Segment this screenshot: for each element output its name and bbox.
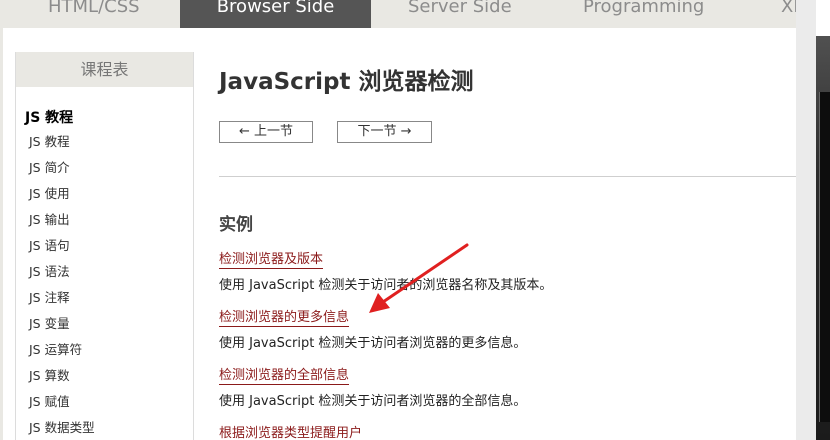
next-section-label: 下一节 [357,124,397,139]
scrollbar-thumb[interactable] [819,92,830,422]
sidebar-item-js-intro[interactable]: JS 简介 [29,158,95,184]
tab-xml[interactable]: XI [781,0,796,28]
example-description: 使用 JavaScript 检测关于访问者的浏览器名称及其版本。 [219,278,553,293]
page-title: JavaScript 浏览器检测 [219,69,474,95]
example-link[interactable]: 检测浏览器及版本 [219,252,324,269]
page-left-edge [0,28,3,440]
tab-server-side[interactable]: Server Side [408,0,512,28]
sidebar-item-js-operators[interactable]: JS 运算符 [29,340,95,366]
prev-section-label: 上一节 [254,124,294,139]
example-link[interactable]: 根据浏览器类型提醒用户 [219,426,362,440]
arrow-left-icon: ← [238,124,250,139]
tab-programming[interactable]: Programming [583,0,704,28]
section-title: 实例 [219,215,253,235]
example-description: 使用 JavaScript 检测关于访问者浏览器的全部信息。 [219,394,527,409]
prev-section-button[interactable]: ← 上一节 [219,121,313,143]
sidebar-item-js-usage[interactable]: JS 使用 [29,184,95,210]
divider [219,176,796,177]
example-item: 检测浏览器的更多信息 使用 JavaScript 检测关于访问者浏览器的更多信息… [219,306,526,351]
next-section-button[interactable]: 下一节 → [337,121,432,143]
sidebar-header: 课程表 [16,52,193,87]
tab-browser-side[interactable]: Browser Side [180,0,371,28]
sidebar-item-js-syntax[interactable]: JS 语法 [29,262,95,288]
scrollbar-cap [816,0,830,36]
example-item: 根据浏览器类型提醒用户 [219,422,362,440]
example-description: 使用 JavaScript 检测关于访问者浏览器的更多信息。 [219,336,527,351]
example-item: 检测浏览器的全部信息 使用 JavaScript 检测关于访问者浏览器的全部信息… [219,364,526,409]
example-link[interactable]: 检测浏览器的更多信息 [219,310,350,327]
sidebar-list: JS 教程 JS 简介 JS 使用 JS 输出 JS 语句 JS 语法 JS 注… [29,132,95,440]
top-nav: HTML/CSS Browser Side Server Side Progra… [0,0,796,28]
sidebar-group-title: JS 教程 [25,110,74,126]
example-link[interactable]: 检测浏览器的全部信息 [219,368,350,385]
sidebar-item-js-assignment[interactable]: JS 赋值 [29,392,95,418]
window-scrollbar[interactable] [816,0,830,440]
arrow-right-icon: → [400,124,412,139]
sidebar-item-js-variables[interactable]: JS 变量 [29,314,95,340]
sidebar-item-js-data-types[interactable]: JS 数据类型 [29,418,95,440]
sidebar-item-js-output[interactable]: JS 输出 [29,210,95,236]
example-item: 检测浏览器及版本 使用 JavaScript 检测关于访问者的浏览器名称及其版本… [219,248,552,293]
page-right-margin [796,0,816,440]
course-sidebar: 课程表 JS 教程 JS 教程 JS 简介 JS 使用 JS 输出 JS 语句 … [15,52,194,440]
sidebar-item-js-tutorial[interactable]: JS 教程 [29,132,95,158]
tab-html-css[interactable]: HTML/CSS [48,0,140,28]
sidebar-item-js-arithmetic[interactable]: JS 算数 [29,366,95,392]
sidebar-item-js-statements[interactable]: JS 语句 [29,236,95,262]
sidebar-item-js-comments[interactable]: JS 注释 [29,288,95,314]
